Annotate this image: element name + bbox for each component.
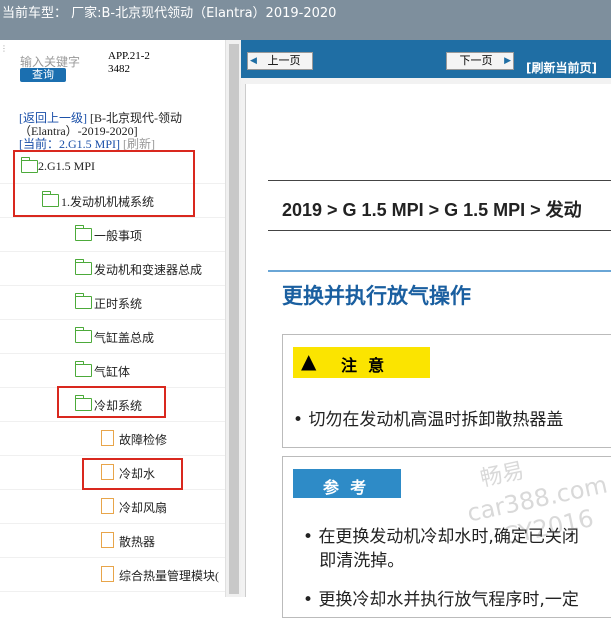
caution-box: ▲ 注 意 • 切勿在发动机高温时拆卸散热器盖	[282, 334, 611, 448]
tree-item[interactable]: 散热器	[0, 524, 225, 558]
title-rule	[268, 270, 611, 272]
page-toolbar: ◀ 上一页 下一页 ▶ [刷新当前页]	[241, 40, 611, 78]
document-icon	[101, 430, 114, 446]
divider	[268, 180, 611, 181]
tree-item[interactable]: 气缸体	[0, 354, 225, 388]
left-scrollbar[interactable]	[225, 40, 242, 597]
warning-icon: ▲	[301, 349, 317, 373]
query-button[interactable]: 查询	[20, 68, 66, 82]
left-tree-panel: ⋮ 输入关键字 APP.21-23482 查询 [返回上一级] [B-北京现代-…	[0, 40, 241, 597]
scrollbar-thumb[interactable]	[229, 44, 239, 594]
refresh-page-button[interactable]: [刷新当前页]	[526, 59, 597, 76]
highlight-box	[57, 386, 166, 418]
section-title: 更换并执行放气操作	[282, 284, 471, 308]
tree-item[interactable]: 气缸盖总成	[0, 320, 225, 354]
document-icon	[101, 532, 114, 548]
document-content: 2019 > G 1.5 MPI > G 1.5 MPI > 发动 更换并执行放…	[245, 84, 611, 618]
grip-icon: ⋮	[0, 44, 8, 53]
folder-icon	[75, 327, 92, 343]
back-link[interactable]: [返回上一级]	[19, 111, 87, 125]
doc-breadcrumb: 2019 > G 1.5 MPI > G 1.5 MPI > 发动	[282, 200, 582, 220]
reference-label-bg: 参 考	[293, 469, 401, 498]
folder-icon	[75, 293, 92, 309]
tree-item[interactable]: 正时系统	[0, 286, 225, 320]
tree-item[interactable]: 综合热量管理模块(	[0, 558, 225, 592]
tree-item[interactable]: 一般事项	[0, 218, 225, 252]
highlight-box	[82, 458, 183, 490]
app-code: APP.21-23482	[108, 50, 150, 75]
reference-text-2: • 更换冷却水并执行放气程序时,一定	[303, 590, 579, 610]
current-vehicle-title: 当前车型： 厂家:B-北京现代领动（Elantra）2019-2020	[2, 6, 337, 21]
refresh-link[interactable]: [刷新]	[123, 137, 155, 151]
tree-item[interactable]: 冷却风扇	[0, 490, 225, 524]
caution-text: • 切勿在发动机高温时拆卸散热器盖	[293, 410, 564, 430]
folder-icon	[75, 361, 92, 377]
highlight-box	[13, 150, 195, 217]
folder-icon	[75, 225, 92, 241]
tree-item[interactable]: 故障检修	[0, 422, 225, 456]
title-bar: 当前车型： 厂家:B-北京现代领动（Elantra）2019-2020	[0, 0, 611, 40]
chevron-left-icon: ◀	[250, 56, 257, 66]
next-page-button[interactable]: 下一页 ▶	[446, 52, 514, 70]
tree-item[interactable]: 发动机和变速器总成	[0, 252, 225, 286]
current-value: 2.G1.5 MPI]	[59, 137, 121, 151]
current-prefix: [当前：	[19, 137, 59, 151]
divider	[268, 230, 611, 231]
document-icon	[101, 498, 114, 514]
prev-page-button[interactable]: ◀ 上一页	[247, 52, 313, 70]
chevron-right-icon: ▶	[504, 56, 511, 66]
folder-icon	[75, 259, 92, 275]
document-icon	[101, 566, 114, 582]
document-panel: ◀ 上一页 下一页 ▶ [刷新当前页] 2019 > G 1.5 MPI > G…	[241, 40, 611, 618]
breadcrumb: [返回上一级] [B-北京现代-领动（Elantra）-2019-2020] […	[19, 112, 219, 151]
caution-label-bg: ▲ 注 意	[293, 347, 430, 378]
